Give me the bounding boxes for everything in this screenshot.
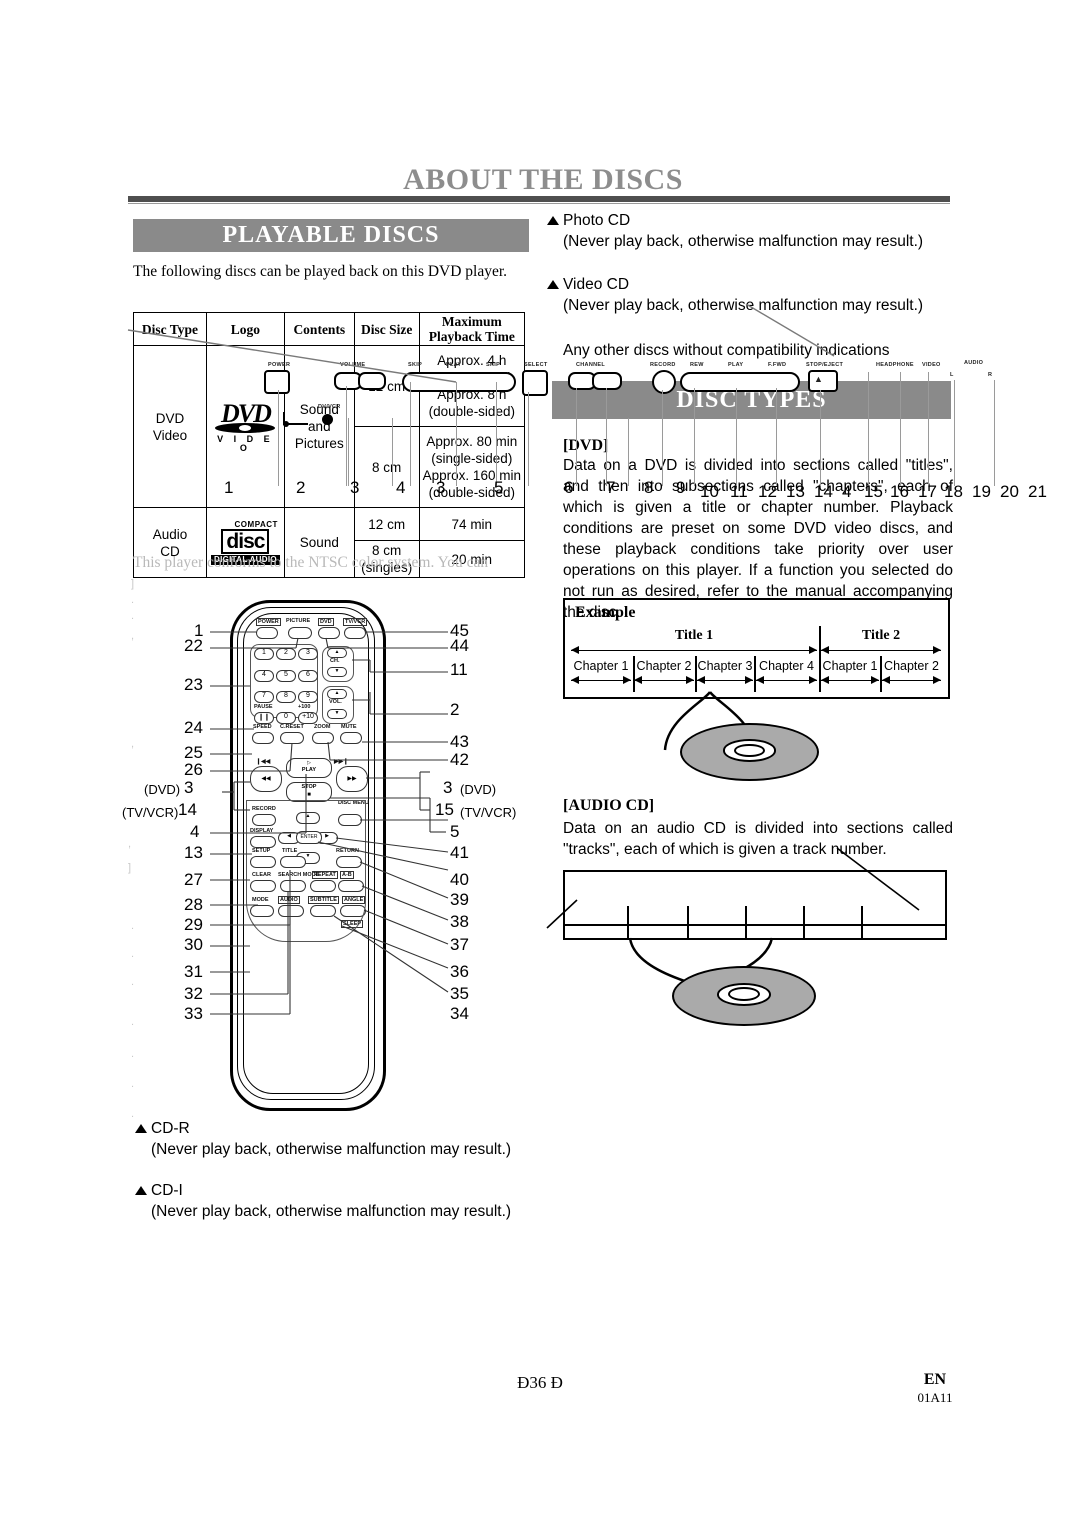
dvd-disc-illustration xyxy=(680,723,819,786)
panel-callout-number: 17 xyxy=(918,482,937,501)
photo-cd-body: (Never play back, otherwise malfunction … xyxy=(563,233,924,250)
chapter-divider xyxy=(633,656,635,692)
photo-cd-block: Photo CD (Never play back, otherwise mal… xyxy=(545,210,950,252)
table-row: Audio CD COMPACT disc DIGITAL AUDIO Sound… xyxy=(133,507,526,578)
chapter-span-arrow xyxy=(821,676,879,684)
page-title: ABOUT THE DISCS xyxy=(403,163,683,196)
panel-callout-number: 13 xyxy=(786,482,805,501)
footer-language: EN xyxy=(923,1371,947,1388)
panel-callout-number: 8 xyxy=(644,478,654,497)
title-divider-thin xyxy=(128,203,950,204)
audio-cd-section-heading: [AUDIO CD] xyxy=(563,797,655,814)
panel-leader-lines xyxy=(127,303,835,427)
chapter-span-arrow xyxy=(756,676,817,684)
th-max-line2: Playback Time xyxy=(428,329,515,344)
title-label: Title 2 xyxy=(861,628,901,643)
chapter-segment: Chapter 4 xyxy=(756,659,817,692)
cdr-body: (Never play back, otherwise malfunction … xyxy=(151,1141,512,1158)
video-cd-block: Video CD (Never play back, otherwise mal… xyxy=(545,274,950,316)
chapter-span-arrow xyxy=(697,676,753,684)
audio-cd-disc-illustration xyxy=(672,966,816,1031)
chapter-segment: Chapter 3 xyxy=(697,659,753,692)
chapter-segment: Chapter 1 xyxy=(571,659,631,692)
chapter-label: Chapter 1 xyxy=(822,659,878,673)
example-diagram: Example Title 1 Title 2 Chapter 1 Chapte… xyxy=(563,598,950,751)
title-divider-line xyxy=(819,626,821,692)
track-leader-lines xyxy=(546,847,920,929)
chapter-segment: Chapter 1 xyxy=(821,659,879,692)
panel-callout-number: 19 xyxy=(972,482,991,501)
video-cd-heading: Video CD xyxy=(545,274,950,295)
panel-callout-number: 10 xyxy=(700,482,719,501)
panel-callout-number: 1 xyxy=(224,478,234,497)
title-row: Title 1 Title 2 xyxy=(571,628,941,658)
footer-code: 01A11 xyxy=(917,1390,953,1405)
chapter-label: Chapter 1 xyxy=(573,659,629,673)
title-divider xyxy=(128,196,950,202)
title-span-arrow xyxy=(571,646,817,654)
cd-logo-disc: disc xyxy=(221,528,270,554)
panel-callout-number: 18 xyxy=(944,482,963,501)
th-maximum-playback-time: Maximum Playback Time xyxy=(418,312,526,346)
panel-callout-number: 4 xyxy=(842,482,852,501)
cell-size-cd-12cm: 12 cm xyxy=(353,507,420,541)
chapter-segment: Chapter 2 xyxy=(882,659,941,692)
chapter-segment: Chapter 2 xyxy=(634,659,694,692)
section-banner-playable-discs: PLAYABLE DISCS xyxy=(133,219,529,252)
panel-callout-number: 4 xyxy=(396,478,406,497)
chapter-label: Chapter 4 xyxy=(759,659,814,673)
panel-callout-number: 14 xyxy=(814,482,833,501)
panel-callout-number: 9 xyxy=(676,478,686,497)
chapter-label: Chapter 3 xyxy=(697,659,753,673)
panel-callout-number: 16 xyxy=(890,482,909,501)
chapter-divider xyxy=(754,656,756,692)
panel-callout-number: 11 xyxy=(730,482,748,501)
chapter-divider xyxy=(880,656,882,692)
callout-line xyxy=(994,380,995,486)
th-disc-size: Disc Size xyxy=(353,312,420,346)
cd-logo-compact: COMPACT xyxy=(234,519,278,529)
cdi-body: (Never play back, otherwise malfunction … xyxy=(151,1203,512,1220)
title-label: Title 1 xyxy=(674,628,714,643)
manual-page: ABOUT THE DISCS PLAYABLE DISCS The follo… xyxy=(0,0,1080,1528)
chapter-row: Chapter 1 Chapter 2 Chapter 3 Chapter 4 … xyxy=(571,626,941,692)
title-span-arrow xyxy=(821,646,941,654)
panel-callout-number: 3 xyxy=(350,478,360,497)
disc-type-label: DVD Video xyxy=(152,410,188,443)
cell-time-cd-12cm: 74 min xyxy=(418,507,526,541)
panel-callout-number: 5 xyxy=(494,478,504,497)
th-logo: Logo xyxy=(205,312,285,346)
chapter-label: Chapter 2 xyxy=(636,659,692,673)
chapter-label: Chapter 2 xyxy=(884,659,939,673)
chapter-span-arrow xyxy=(882,676,941,684)
cdi-heading: CD-I xyxy=(133,1180,525,1201)
panel-callout-number: 20 xyxy=(1000,482,1019,501)
intro-paragraph: The following discs can be played back o… xyxy=(133,263,508,280)
cell-disc-type-dvd: DVD Video xyxy=(133,345,207,508)
panel-callout-number: 21 xyxy=(1028,482,1047,501)
disc-hole xyxy=(734,743,765,758)
chapter-span-arrow xyxy=(571,676,631,684)
remote-leader-lines xyxy=(210,631,449,1015)
th-contents: Contents xyxy=(283,312,355,346)
title-segment-1: Title 1 xyxy=(571,628,817,658)
panel-callout-number: 12 xyxy=(758,482,777,501)
panel-label-audio-r: R xyxy=(988,372,993,378)
front-panel-diagram-overlay: POWER VOLUME SKIP PLAY SKIP SELECT CHANN… xyxy=(127,303,1047,501)
panel-callout-number: 2 xyxy=(296,478,306,497)
remote-control-diagram-overlay: POWER PICTURE DVD TV/VCR 1 2 3 4 5 6 7 8… xyxy=(122,560,530,1140)
chapter-span-arrow xyxy=(634,676,694,684)
panel-callout-number: 7 xyxy=(606,478,616,497)
chapter-divider xyxy=(695,656,697,692)
th-max-line1: Maximum xyxy=(441,314,502,329)
cdi-block: CD-I (Never play back, otherwise malfunc… xyxy=(133,1180,525,1222)
panel-callout-number: 15 xyxy=(864,482,883,501)
panel-callout-number: 3 xyxy=(436,478,446,497)
title-segment-2: Title 2 xyxy=(821,628,941,658)
photo-cd-heading: Photo CD xyxy=(545,210,950,231)
example-label: Example xyxy=(575,604,636,621)
panel-callout-number: 6 xyxy=(564,478,574,497)
